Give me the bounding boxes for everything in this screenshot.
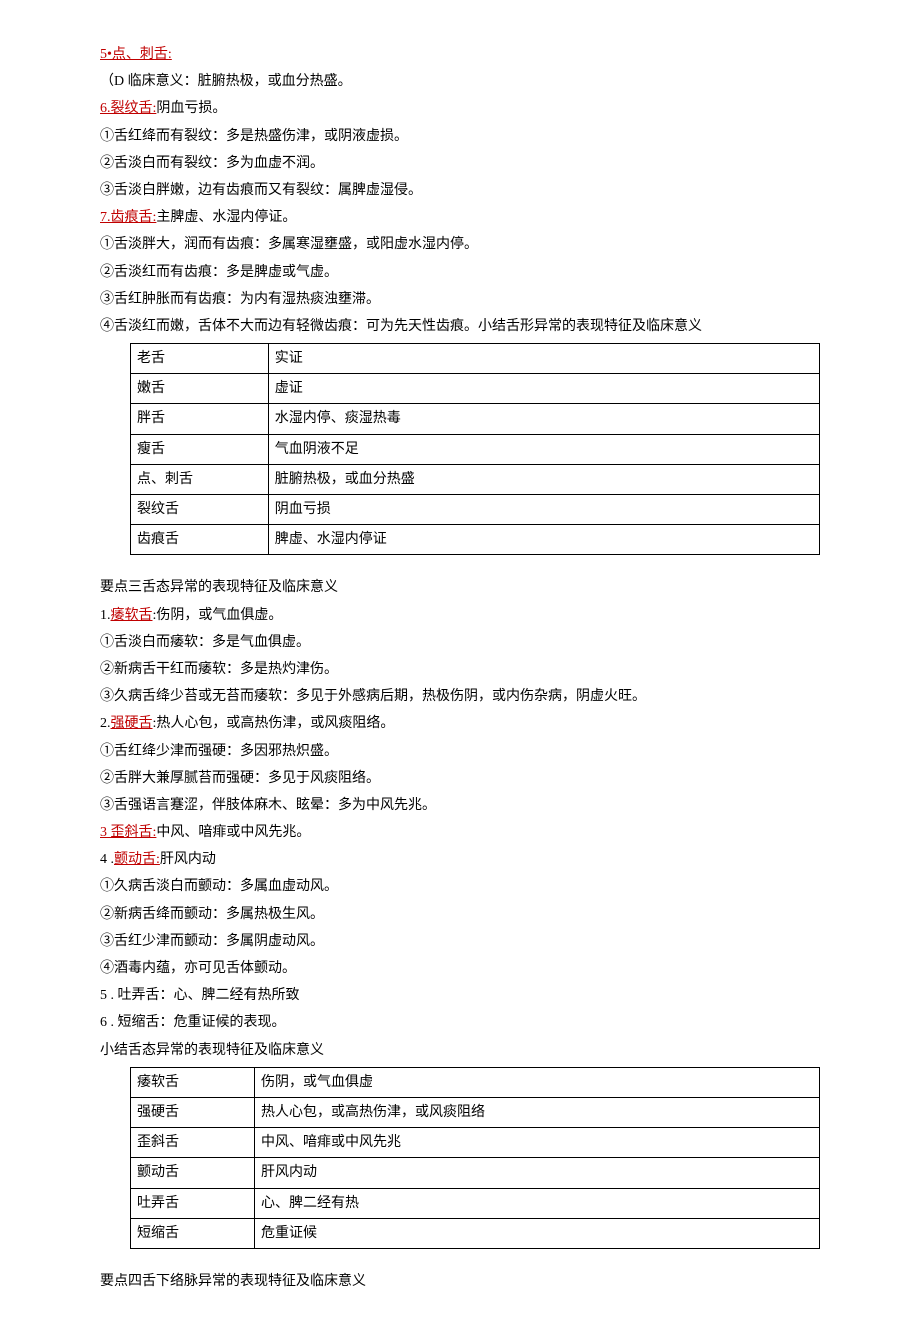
table-row: 裂纹舌阴血亏损 [131,495,820,525]
cell: 伤阴，或气血俱虚 [255,1067,820,1097]
p3s3-title: 3 歪斜舌:中风、喑痱或中风先兆。 [100,820,820,845]
section7-title-text: 7.齿痕舌: [100,210,156,225]
point4-title: 要点四舌下络脉异常的表现特征及临床意义 [100,1269,820,1294]
table-row: 点、刺舌脏腑热极，或血分热盛 [131,464,820,494]
section5-title: 5•点、刺舌: [100,42,820,67]
table-row: 齿痕舌脾虚、水湿内停证 [131,525,820,555]
p3s4-line3: ③舌红少津而颤动：多属阴虚动风。 [100,929,820,954]
cell: 热人心包，或高热伤津，或风痰阻络 [255,1097,820,1127]
table-row: 颤动舌肝风内动 [131,1158,820,1188]
table-row: 老舌实证 [131,344,820,374]
p3s2-prefix: 2. [100,716,111,731]
cell: 齿痕舌 [131,525,269,555]
summary2: 小结舌态异常的表现特征及临床意义 [100,1038,820,1063]
p3s2-line1: ①舌红绛少津而强硬：多因邪热炽盛。 [100,739,820,764]
p3s1-line2: ②新病舌干红而痿软：多是热灼津伤。 [100,657,820,682]
cell: 脾虚、水湿内停证 [268,525,819,555]
cell: 颤动舌 [131,1158,255,1188]
cell: 虚证 [268,374,819,404]
p3s1-line1: ①舌淡白而痿软：多是气血俱虚。 [100,630,820,655]
table-row: 强硬舌热人心包，或高热伤津，或风痰阻络 [131,1097,820,1127]
table-row: 短缩舌危重证候 [131,1218,820,1248]
table-tongue-shape: 老舌实证 嫩舌虚证 胖舌水湿内停、痰湿热毒 瘦舌气血阴液不足 点、刺舌脏腑热极，… [130,343,820,555]
p3s6: 6 . 短缩舌：危重证候的表现。 [100,1010,820,1035]
p3s4-term: 颤动舌: [114,852,160,867]
cell: 气血阴液不足 [268,434,819,464]
section5-line1: （D 临床意义：脏腑热极，或血分热盛。 [100,69,820,94]
cell: 痿软舌 [131,1067,255,1097]
cell: 歪斜舌 [131,1128,255,1158]
cell: 裂纹舌 [131,495,269,525]
p3s4-suffix: 肝风内动 [160,852,216,867]
p3s2-line3: ③舌强语言蹇涩，伴肢体麻木、眩晕：多为中风先兆。 [100,793,820,818]
cell: 强硬舌 [131,1097,255,1127]
cell: 胖舌 [131,404,269,434]
cell: 瘦舌 [131,434,269,464]
p3s1-suffix: :伤阴，或气血俱虚。 [153,608,283,623]
section7-line2: ②舌淡红而有齿痕：多是脾虚或气虚。 [100,260,820,285]
section6-line1: ①舌红绛而有裂纹：多是热盛伤津，或阴液虚损。 [100,124,820,149]
cell: 老舌 [131,344,269,374]
section6-suffix: 阴血亏损。 [156,101,226,116]
section7-title: 7.齿痕舌:主脾虚、水湿内停证。 [100,205,820,230]
p3s1-title: 1.痿软舌:伤阴，或气血俱虚。 [100,603,820,628]
table-row: 痿软舌伤阴，或气血俱虚 [131,1067,820,1097]
p3s5: 5 . 吐弄舌：心、脾二经有热所致 [100,983,820,1008]
table-row: 歪斜舌中风、喑痱或中风先兆 [131,1128,820,1158]
table-row: 瘦舌气血阴液不足 [131,434,820,464]
cell: 实证 [268,344,819,374]
p3s3-term: 3 歪斜舌: [100,825,156,840]
p3s2-term: 强硬舌 [111,716,153,731]
cell: 点、刺舌 [131,464,269,494]
table-row: 胖舌水湿内停、痰湿热毒 [131,404,820,434]
section7-line4: ④舌淡红而嫩，舌体不大而边有轻微齿痕：可为先天性齿痕。小结舌形异常的表现特征及临… [100,314,820,339]
table-row: 吐弄舌心、脾二经有热 [131,1188,820,1218]
point3-title: 要点三舌态异常的表现特征及临床意义 [100,575,820,600]
cell: 危重证候 [255,1218,820,1248]
cell: 短缩舌 [131,1218,255,1248]
cell: 阴血亏损 [268,495,819,525]
table-tongue-state: 痿软舌伤阴，或气血俱虚 强硬舌热人心包，或高热伤津，或风痰阻络 歪斜舌中风、喑痱… [130,1067,820,1249]
p3s2-line2: ②舌胖大兼厚腻苔而强硬：多见于风痰阻络。 [100,766,820,791]
section6-title-text: 6.裂纹舌: [100,101,156,116]
section7-line3: ③舌红肿胀而有齿痕：为内有湿热痰浊壅滞。 [100,287,820,312]
cell: 水湿内停、痰湿热毒 [268,404,819,434]
cell: 中风、喑痱或中风先兆 [255,1128,820,1158]
cell: 脏腑热极，或血分热盛 [268,464,819,494]
table-row: 嫩舌虚证 [131,374,820,404]
cell: 吐弄舌 [131,1188,255,1218]
section5-title-text: 5•点、刺舌: [100,47,172,62]
p3s4-line4: ④酒毒内蕴，亦可见舌体颤动。 [100,956,820,981]
section7-suffix: 主脾虚、水湿内停证。 [156,210,296,225]
p3s1-prefix: 1. [100,608,111,623]
p3s2-suffix: :热人心包，或高热伤津，或风痰阻络。 [153,716,395,731]
section6-title: 6.裂纹舌:阴血亏损。 [100,96,820,121]
cell: 肝风内动 [255,1158,820,1188]
cell: 嫩舌 [131,374,269,404]
section6-line2: ②舌淡白而有裂纹：多为血虚不润。 [100,151,820,176]
section6-line3: ③舌淡白胖嫩，边有齿痕而又有裂纹：属脾虚湿侵。 [100,178,820,203]
p3s4-title: 4 .颤动舌:肝风内动 [100,847,820,872]
p3s2-title: 2.强硬舌:热人心包，或高热伤津，或风痰阻络。 [100,711,820,736]
p3s1-term: 痿软舌 [111,608,153,623]
p3s4-line1: ①久病舌淡白而颤动：多属血虚动风。 [100,874,820,899]
cell: 心、脾二经有热 [255,1188,820,1218]
p3s4-line2: ②新病舌绛而颤动：多属热极生风。 [100,902,820,927]
p3s4-prefix: 4 . [100,852,114,867]
p3s3-suffix: 中风、喑痱或中风先兆。 [156,825,310,840]
section7-line1: ①舌淡胖大，润而有齿痕：多属寒湿壅盛，或阳虚水湿内停。 [100,232,820,257]
p3s1-line3: ③久病舌绛少苔或无苔而痿软：多见于外感病后期，热极伤阴，或内伤杂病，阴虚火旺。 [100,684,820,709]
